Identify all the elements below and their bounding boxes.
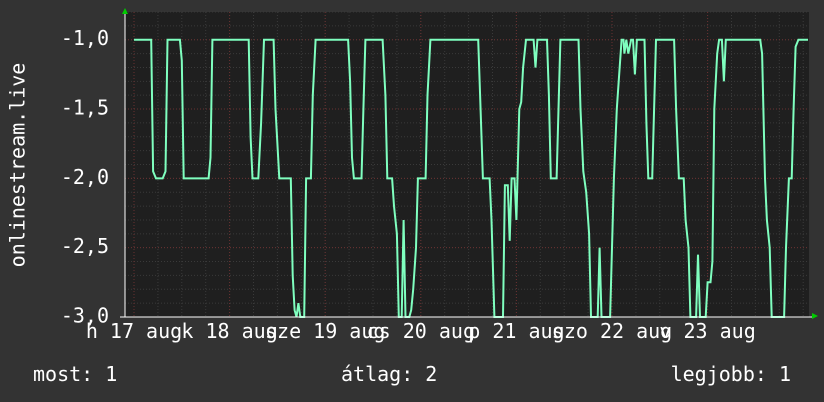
y-tick-label: -2,5 — [61, 234, 109, 258]
x-axis-arrow-icon — [812, 313, 818, 319]
y-tick-label: -1,5 — [61, 96, 109, 120]
y-axis-arrow-icon — [122, 8, 128, 14]
y-tick-labels: -1,0-1,5-2,0-2,5-3,0 — [61, 26, 109, 327]
x-tick-label: v 23 aug — [659, 319, 755, 343]
line-chart: -1,0-1,5-2,0-2,5-3,0 h 17 aug k 18 augsze… — [6, 8, 818, 343]
x-tick-label: p 21 aug — [468, 319, 564, 343]
x-tick-label: cs 20 aug — [367, 319, 475, 343]
stat-best: legjobb: 1 — [670, 362, 791, 386]
chart-stage: -1,0 -1,5 -2,0 -2,5 -3,0 h 17 aug k 18 aug sze… — [0, 0, 824, 402]
x-tick-label: k 18 aug — [181, 319, 277, 343]
x-tick-label: h 17 aug — [86, 319, 182, 343]
y-tick-label: -2,0 — [61, 165, 109, 189]
y-axis-label: onlinestream.live — [6, 63, 30, 268]
x-tick-labels: h 17 aug k 18 augsze 19 augcs 20 augp 21 … — [86, 319, 756, 343]
stat-average: átlag: 2 — [341, 362, 438, 386]
y-tick-label: -1,0 — [61, 26, 109, 50]
x-tick-label: szo 22 aug — [552, 319, 672, 343]
stat-current: most: 1 — [33, 362, 118, 386]
